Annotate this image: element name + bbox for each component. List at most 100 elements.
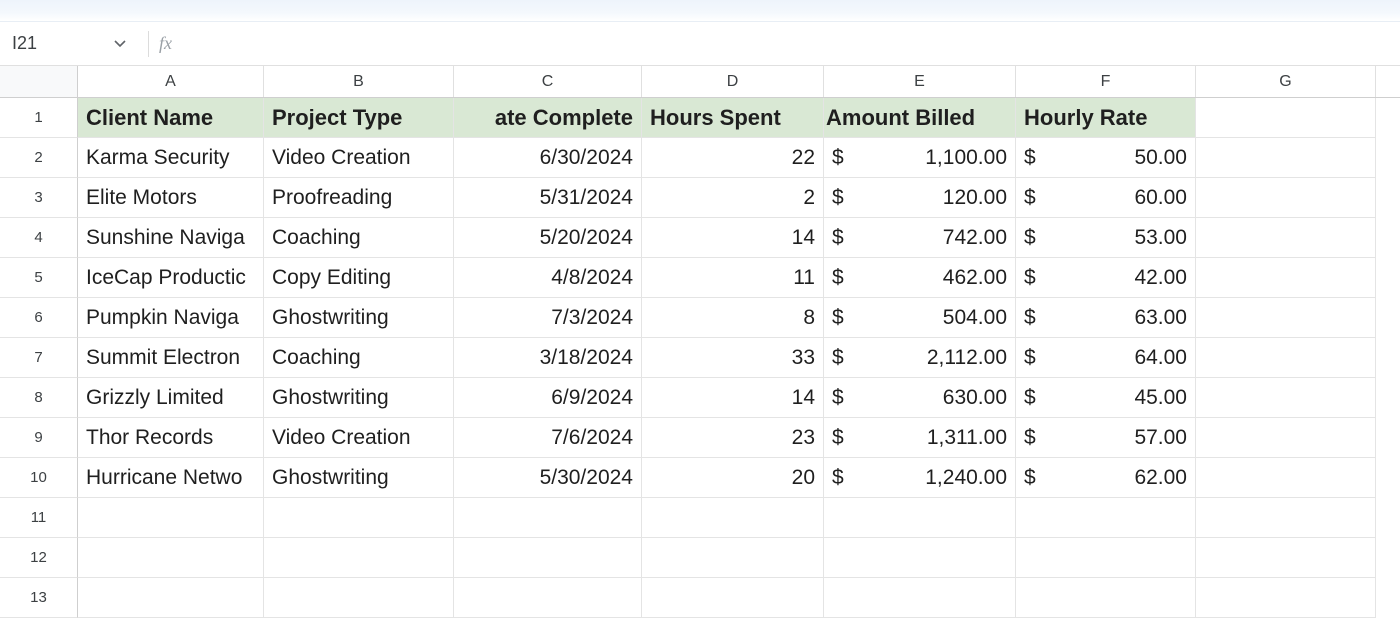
row-header[interactable]: 9: [0, 418, 78, 458]
cell[interactable]: 8: [642, 298, 824, 338]
cell[interactable]: [1196, 258, 1376, 298]
cell[interactable]: 6/30/2024: [454, 138, 642, 178]
cell[interactable]: Pumpkin Naviga: [78, 298, 264, 338]
cell[interactable]: Client Name: [78, 98, 264, 138]
cell[interactable]: $120.00: [824, 178, 1016, 218]
row-header[interactable]: 8: [0, 378, 78, 418]
row-header[interactable]: 13: [0, 578, 78, 618]
cell[interactable]: 7/3/2024: [454, 298, 642, 338]
name-box[interactable]: I21: [0, 33, 140, 54]
cell[interactable]: [454, 538, 642, 578]
cell[interactable]: [642, 578, 824, 618]
cell[interactable]: [78, 538, 264, 578]
cell[interactable]: $42.00: [1016, 258, 1196, 298]
row-header[interactable]: 12: [0, 538, 78, 578]
cell[interactable]: Grizzly Limited: [78, 378, 264, 418]
row-header[interactable]: 6: [0, 298, 78, 338]
cell[interactable]: $1,100.00: [824, 138, 1016, 178]
cell[interactable]: $504.00: [824, 298, 1016, 338]
cell[interactable]: Video Creation: [264, 418, 454, 458]
cell[interactable]: Elite Motors: [78, 178, 264, 218]
cell[interactable]: [454, 578, 642, 618]
cell[interactable]: $57.00: [1016, 418, 1196, 458]
cell[interactable]: $462.00: [824, 258, 1016, 298]
cell[interactable]: [1016, 538, 1196, 578]
col-header-G[interactable]: G: [1196, 66, 1376, 97]
row-header[interactable]: 3: [0, 178, 78, 218]
cell[interactable]: $63.00: [1016, 298, 1196, 338]
cell[interactable]: Coaching: [264, 338, 454, 378]
cell[interactable]: $50.00: [1016, 138, 1196, 178]
select-all-corner[interactable]: [0, 66, 78, 97]
cell[interactable]: Project Type: [264, 98, 454, 138]
cell[interactable]: $64.00: [1016, 338, 1196, 378]
cell[interactable]: [1196, 178, 1376, 218]
cell[interactable]: [642, 538, 824, 578]
cell[interactable]: 5/30/2024: [454, 458, 642, 498]
cell[interactable]: 2: [642, 178, 824, 218]
cell[interactable]: ate Complete: [454, 98, 642, 138]
cell[interactable]: $2,112.00: [824, 338, 1016, 378]
cell[interactable]: 14: [642, 378, 824, 418]
cell[interactable]: Coaching: [264, 218, 454, 258]
cell[interactable]: [824, 578, 1016, 618]
cell[interactable]: [1196, 418, 1376, 458]
cell[interactable]: [1196, 538, 1376, 578]
col-header-E[interactable]: E: [824, 66, 1016, 97]
col-header-A[interactable]: A: [78, 66, 264, 97]
cell[interactable]: Hurricane Netwo: [78, 458, 264, 498]
cell[interactable]: 3/18/2024: [454, 338, 642, 378]
cell[interactable]: 4/8/2024: [454, 258, 642, 298]
cell[interactable]: [824, 538, 1016, 578]
cell[interactable]: IceCap Productic: [78, 258, 264, 298]
cell[interactable]: [1016, 578, 1196, 618]
row-header[interactable]: 4: [0, 218, 78, 258]
name-box-dropdown-icon[interactable]: [100, 40, 140, 48]
col-header-B[interactable]: B: [264, 66, 454, 97]
cell[interactable]: Copy Editing: [264, 258, 454, 298]
cell[interactable]: 20: [642, 458, 824, 498]
cell[interactable]: [1196, 578, 1376, 618]
row-header[interactable]: 2: [0, 138, 78, 178]
col-header-C[interactable]: C: [454, 66, 642, 97]
cell[interactable]: 6/9/2024: [454, 378, 642, 418]
cell[interactable]: $45.00: [1016, 378, 1196, 418]
row-header[interactable]: 10: [0, 458, 78, 498]
cell[interactable]: [1196, 458, 1376, 498]
formula-input[interactable]: [182, 22, 1400, 65]
cell[interactable]: Proofreading: [264, 178, 454, 218]
cell[interactable]: Amount Billed: [824, 98, 1016, 138]
cell[interactable]: [1016, 498, 1196, 538]
cell[interactable]: Karma Security: [78, 138, 264, 178]
cell[interactable]: $1,311.00: [824, 418, 1016, 458]
cell[interactable]: [1196, 378, 1376, 418]
cell[interactable]: [454, 498, 642, 538]
cell[interactable]: Hourly Rate: [1016, 98, 1196, 138]
cell[interactable]: 5/31/2024: [454, 178, 642, 218]
cell[interactable]: Thor Records: [78, 418, 264, 458]
col-header-F[interactable]: F: [1016, 66, 1196, 97]
cell[interactable]: Ghostwriting: [264, 458, 454, 498]
cell[interactable]: Summit Electron: [78, 338, 264, 378]
cell[interactable]: [1196, 338, 1376, 378]
cell[interactable]: $630.00: [824, 378, 1016, 418]
cell[interactable]: $1,240.00: [824, 458, 1016, 498]
cell[interactable]: Ghostwriting: [264, 378, 454, 418]
cell[interactable]: [78, 578, 264, 618]
cell[interactable]: [264, 538, 454, 578]
cell[interactable]: Sunshine Naviga: [78, 218, 264, 258]
row-header[interactable]: 11: [0, 498, 78, 538]
cell[interactable]: [1196, 218, 1376, 258]
cell[interactable]: $742.00: [824, 218, 1016, 258]
cell[interactable]: 33: [642, 338, 824, 378]
cell[interactable]: $53.00: [1016, 218, 1196, 258]
cell[interactable]: Hours Spent: [642, 98, 824, 138]
cell[interactable]: [1196, 298, 1376, 338]
cell[interactable]: [1196, 138, 1376, 178]
cell[interactable]: 5/20/2024: [454, 218, 642, 258]
cell[interactable]: $62.00: [1016, 458, 1196, 498]
cell[interactable]: 11: [642, 258, 824, 298]
cell[interactable]: 23: [642, 418, 824, 458]
cell[interactable]: 14: [642, 218, 824, 258]
cell[interactable]: [264, 578, 454, 618]
